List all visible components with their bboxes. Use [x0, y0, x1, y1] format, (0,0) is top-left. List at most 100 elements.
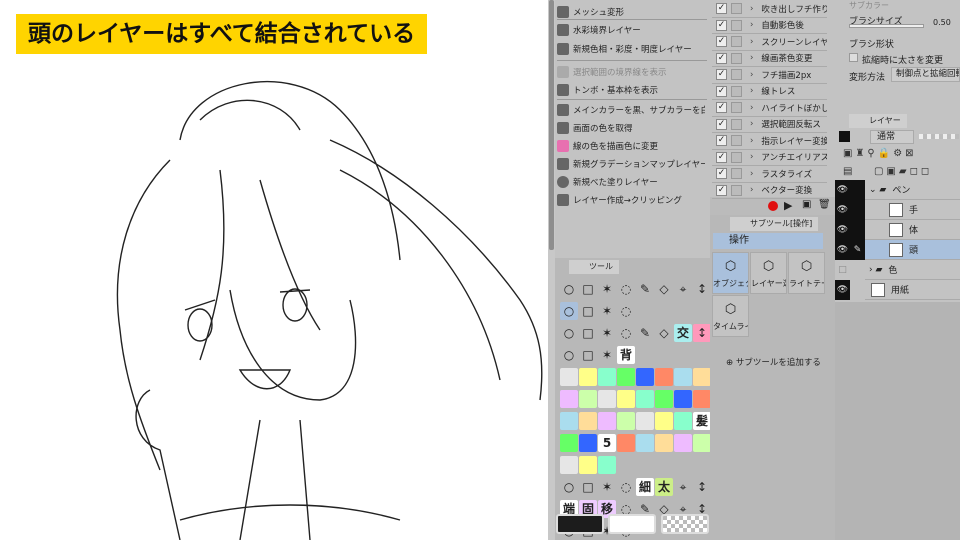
subtool-group-operation[interactable]: 操作 [713, 233, 823, 249]
add-action-icon[interactable]: ▣ [802, 199, 811, 210]
tool-icon[interactable]: ✶ [598, 280, 616, 298]
eye-icon[interactable]: 👁 [835, 239, 850, 260]
tool-icon[interactable] [636, 390, 654, 408]
tool-icon[interactable]: □ [579, 302, 597, 320]
layer-lock-toggle[interactable] [850, 199, 865, 220]
tool-icon[interactable]: □ [579, 324, 597, 342]
tab-subtool[interactable]: サブツール[操作] [730, 217, 819, 231]
chevron-right-icon[interactable]: › [750, 53, 753, 63]
tool-icon[interactable] [579, 390, 597, 408]
tool-icon[interactable] [655, 368, 673, 386]
tool-icon[interactable] [617, 368, 635, 386]
tool-icon[interactable]: ✶ [598, 478, 616, 496]
action-dialog-toggle[interactable] [731, 135, 742, 147]
chevron-right-icon[interactable]: › [750, 136, 753, 146]
menu-item[interactable]: メインカラーを黒、サブカラーを白に変更 [557, 101, 705, 119]
action-item[interactable]: ✓ › 選択範囲反転ス [712, 117, 827, 133]
new-layer-icons[interactable]: ▤ ▢▣▰◻◻ [843, 166, 932, 177]
chevron-right-icon[interactable]: › [750, 37, 753, 47]
tool-icon[interactable]: ⌖ [674, 280, 692, 298]
action-checkbox[interactable]: ✓ [716, 118, 727, 130]
transparent-color-swatch[interactable] [661, 514, 709, 534]
tool-icon[interactable]: □ [579, 478, 597, 496]
tool-icon[interactable]: ✎ [636, 324, 654, 342]
action-item[interactable]: ✓ › ラスタライズ [712, 166, 827, 183]
eye-icon[interactable]: 👁 [835, 199, 850, 220]
action-checkbox[interactable]: ✓ [716, 19, 727, 31]
eye-icon[interactable]: 👁 [835, 279, 850, 300]
menu-item[interactable]: レイヤー作成→クリッピング [557, 191, 705, 209]
subtool-item[interactable]: ⬡ ライトテーブル [788, 252, 825, 294]
tool-icon[interactable] [560, 390, 578, 408]
tool-icon[interactable] [598, 412, 616, 430]
action-dialog-toggle[interactable] [731, 151, 742, 163]
tool-icon[interactable] [560, 456, 578, 474]
tool-icon[interactable] [636, 434, 654, 452]
play-icon[interactable]: ▶ [784, 199, 792, 212]
tool-icon[interactable] [598, 368, 616, 386]
action-item[interactable]: ✓ › 指示レイヤー変換 [712, 133, 827, 150]
transform-method-select[interactable]: 制御点と拡縮回転 [891, 67, 960, 82]
opacity-slider[interactable] [919, 134, 959, 139]
tool-icon[interactable]: ◌ [617, 302, 635, 320]
layer-tool-icons[interactable]: ▣♜⚲🔒⚙⊠ [843, 148, 917, 159]
scrollbar-thumb[interactable] [549, 0, 554, 250]
action-checkbox[interactable]: ✓ [716, 36, 727, 48]
tool-icon[interactable]: ✎ [636, 280, 654, 298]
tool-icon[interactable] [655, 412, 673, 430]
tool-icon[interactable]: ↕ [693, 280, 711, 298]
tool-icon[interactable] [598, 456, 616, 474]
brush-size-slider[interactable] [849, 24, 924, 28]
action-checkbox[interactable]: ✓ [716, 102, 727, 114]
subtool-item[interactable]: ⬡ オブジェクト [712, 252, 749, 294]
tool-icon[interactable] [636, 412, 654, 430]
tool-icon[interactable] [636, 368, 654, 386]
tool-icon[interactable]: 交 [674, 324, 692, 342]
tool-icon[interactable]: ○ [560, 324, 578, 342]
tool-icon[interactable] [674, 412, 692, 430]
tool-icon[interactable]: ↕ [693, 324, 711, 342]
tool-icon[interactable]: ✶ [598, 302, 616, 320]
tool-icon[interactable]: ◌ [617, 478, 635, 496]
layer-row[interactable]: 👁 ✎ 頭 [835, 239, 960, 260]
layer-lock-toggle[interactable] [850, 279, 865, 300]
tool-icon[interactable] [579, 456, 597, 474]
menu-item[interactable]: トンボ・基本枠を表示 [557, 81, 705, 99]
tool-icon[interactable] [693, 368, 711, 386]
subtool-item[interactable]: ⬡ レイヤー選択 [750, 252, 787, 294]
tool-icon[interactable] [693, 434, 711, 452]
tab-tool[interactable]: ツール [569, 260, 619, 274]
tool-icon[interactable]: □ [579, 346, 597, 364]
tool-icon[interactable] [674, 434, 692, 452]
tool-icon[interactable] [617, 412, 635, 430]
tool-icon[interactable]: ○ [560, 302, 578, 320]
menu-item[interactable]: 新規グラデーションマップレイヤー [557, 155, 705, 173]
chevron-right-icon[interactable]: › [750, 185, 753, 195]
tool-icon[interactable] [693, 390, 711, 408]
action-item[interactable]: ✓ › ハイライトぼかし [712, 100, 827, 117]
chevron-right-icon[interactable]: › [750, 20, 753, 30]
layer-row[interactable]: 👁 ⌄ ▰ ペン [835, 179, 960, 200]
tool-icon[interactable]: 太 [655, 478, 673, 496]
tool-icon[interactable] [560, 434, 578, 452]
tool-icon[interactable] [579, 412, 597, 430]
layer-row[interactable]: 👁 手 [835, 199, 960, 220]
tool-icon[interactable] [655, 434, 673, 452]
tool-icon[interactable] [617, 434, 635, 452]
canvas-scrollbar[interactable] [548, 0, 555, 540]
action-item[interactable]: ✓ › 線画茶色変更 [712, 51, 827, 67]
tool-icon[interactable]: ○ [560, 346, 578, 364]
action-item[interactable]: ✓ › ベクター変換 [712, 183, 827, 199]
chevron-right-icon[interactable]: › [750, 119, 753, 129]
action-dialog-toggle[interactable] [731, 3, 742, 15]
tab-layer[interactable]: レイヤー [849, 114, 907, 128]
action-checkbox[interactable]: ✓ [716, 3, 727, 15]
main-color-swatch[interactable] [556, 514, 604, 534]
tool-icon[interactable]: ◇ [655, 280, 673, 298]
action-checkbox[interactable]: ✓ [716, 69, 727, 81]
action-dialog-toggle[interactable] [731, 19, 742, 31]
layer-lock-toggle[interactable] [850, 179, 865, 200]
menu-item[interactable]: 水彩境界レイヤー [557, 21, 705, 39]
eye-icon[interactable]: 👁 [835, 219, 850, 240]
action-dialog-toggle[interactable] [731, 168, 742, 180]
